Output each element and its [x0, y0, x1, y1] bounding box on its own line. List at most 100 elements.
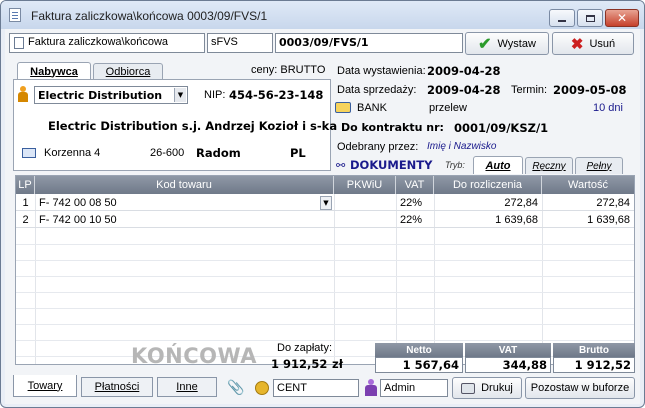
payment-bank[interactable]: BANK — [357, 102, 387, 114]
buyer-panel: Electric Distribution ▼ NIP: 454-56-23-1… — [13, 79, 337, 171]
pay-value: 1 912,52 — [271, 357, 328, 371]
save-buffer-button[interactable]: Pozostaw w buforze — [525, 377, 635, 399]
cell-settle[interactable]: 1 639,68 — [434, 212, 542, 228]
minimize-button[interactable] — [549, 9, 575, 27]
user-icon — [365, 379, 377, 397]
maximize-icon — [585, 14, 595, 22]
user-field[interactable]: Admin — [380, 379, 448, 397]
series-field[interactable]: sFVS — [207, 33, 273, 53]
nip-label: NIP: — [204, 89, 226, 101]
table-row[interactable]: 1 F- 742 00 08 50 ▼ 22% 272,84 272,84 — [16, 195, 634, 211]
cell-vat[interactable]: 22% — [396, 195, 434, 211]
nip-value: 454-56-23-148 — [229, 88, 324, 102]
header-lp[interactable]: LP — [16, 176, 35, 194]
header-settle[interactable]: Do rozliczenia — [434, 176, 542, 194]
buyer-city: Radom — [196, 146, 241, 160]
doc-type-field[interactable]: Faktura zaliczkowa\końcowa — [9, 33, 205, 53]
close-button[interactable]: ✕ — [605, 9, 639, 27]
buyer-select[interactable]: Electric Distribution ▼ — [34, 86, 188, 104]
tab-manual[interactable]: Ręczny — [525, 157, 573, 174]
tab-payments[interactable]: Płatności — [81, 377, 153, 397]
invoice-window: Faktura zaliczkowa\końcowa 0003/09/FVS/1… — [0, 0, 645, 408]
save-buffer-label: Pozostaw w buforze — [530, 382, 630, 394]
prices-value: BRUTTO — [280, 64, 326, 76]
tab-full[interactable]: Pełny — [575, 157, 623, 174]
final-stamp: KOŃCOWA — [131, 344, 257, 368]
netto-label: Netto — [375, 343, 463, 357]
window-client: Faktura zaliczkowa\końcowa sFVS 0003/09/… — [5, 29, 640, 404]
paperclip-icon[interactable]: 📎 — [227, 380, 244, 396]
maximize-button[interactable] — [577, 9, 603, 27]
user-value: Admin — [384, 382, 416, 394]
delete-icon: ✖ — [570, 35, 584, 53]
tab-buyer[interactable]: Nabywca — [17, 62, 91, 80]
cell-lp: 1 — [22, 197, 29, 209]
mode-label: Tryb: — [445, 160, 465, 170]
netto-value: 1 567,64 — [375, 357, 463, 373]
due-date[interactable]: 2009-05-08 — [553, 83, 627, 97]
issue-button[interactable]: ✔ Wystaw — [465, 32, 549, 55]
pay-label: Do zapłaty: — [277, 342, 333, 354]
due-date-label: Termin: — [511, 84, 548, 96]
cell-value[interactable]: 1 639,68 — [542, 212, 634, 228]
delete-button[interactable]: ✖ Usuń — [552, 32, 634, 55]
cell-vat[interactable]: 22% — [396, 212, 434, 228]
binoculars-icon: ⚯ — [336, 159, 346, 172]
contract-label: Do kontraktu nr: — [341, 121, 444, 134]
cell-value[interactable]: 272,84 — [542, 195, 634, 211]
printer-icon — [461, 382, 476, 394]
header-vat[interactable]: VAT — [396, 176, 434, 194]
currency-mode-field[interactable]: CENT — [273, 379, 359, 397]
print-button[interactable]: Drukuj — [452, 377, 522, 399]
cell-code[interactable]: F- 742 00 10 50 — [35, 212, 334, 228]
issue-date-label: Data wystawienia: — [337, 65, 426, 77]
document-icon — [9, 8, 21, 22]
cell-settle[interactable]: 272,84 — [434, 195, 542, 211]
received-field[interactable]: Imię i Nazwisko — [427, 141, 496, 152]
documents-label: DOKUMENTY — [350, 158, 433, 172]
issue-label: Wystaw — [497, 37, 536, 50]
payment-days[interactable]: 10 dni — [593, 102, 623, 114]
number-field[interactable]: 0003/09/FVS/1 — [275, 33, 463, 53]
sale-date-label: Data sprzedaży: — [337, 84, 417, 96]
title-bar: Faktura zaliczkowa\końcowa 0003/09/FVS/1… — [1, 1, 644, 29]
series-value: sFVS — [211, 36, 238, 48]
bank-icon — [335, 102, 351, 113]
tab-goods[interactable]: Towary — [13, 375, 77, 397]
buyer-postcode: 26-600 — [150, 147, 185, 159]
doc-type-value: Faktura zaliczkowa\końcowa — [28, 36, 169, 48]
buyer-full-name: Electric Distribution s.j. Andrzej Kozio… — [48, 119, 338, 133]
buyer-street: Korzenna 4 — [44, 147, 101, 159]
header-value[interactable]: Wartość — [542, 176, 634, 194]
cell-pkwiu[interactable] — [334, 212, 396, 228]
contract-value[interactable]: 0001/09/KSZ/1 — [454, 121, 548, 135]
received-label: Odebrany przez: — [337, 141, 419, 153]
header-code[interactable]: Kod towaru — [35, 176, 334, 194]
pay-currency: zł — [332, 357, 343, 371]
items-table: LP Kod towaru PKWiU VAT Do rozliczenia W… — [15, 175, 635, 365]
tab-other[interactable]: Inne — [157, 377, 217, 397]
cell-code[interactable]: F- 742 00 08 50 — [35, 195, 334, 211]
person-icon — [18, 86, 28, 102]
table-row[interactable]: 2 F- 742 00 10 50 22% 1 639,68 1 639,68 — [16, 212, 634, 228]
tab-recipient[interactable]: Odbiorca — [93, 63, 163, 80]
chevron-down-icon: ▼ — [174, 88, 186, 102]
tab-auto[interactable]: Auto — [473, 156, 523, 174]
brutto-label: Brutto — [553, 343, 635, 357]
vat-label: VAT — [465, 343, 551, 357]
number-value: 0003/09/FVS/1 — [279, 36, 369, 49]
checkmark-icon: ✔ — [478, 35, 492, 53]
delete-label: Usuń — [589, 37, 616, 50]
brutto-value: 1 912,52 — [553, 357, 635, 373]
doc-type-icon — [14, 37, 24, 49]
coins-icon — [255, 381, 269, 395]
payment-method[interactable]: przelew — [429, 102, 467, 114]
cell-pkwiu[interactable] — [334, 195, 396, 211]
header-pkwiu[interactable]: PKWiU — [334, 176, 396, 194]
sale-date[interactable]: 2009-04-28 — [427, 83, 501, 97]
close-icon: ✕ — [616, 11, 628, 25]
issue-date[interactable]: 2009-04-28 — [427, 64, 501, 78]
vat-value: 344,88 — [465, 357, 551, 373]
buyer-name: Electric Distribution — [38, 89, 163, 102]
chevron-down-icon[interactable]: ▼ — [320, 196, 332, 210]
